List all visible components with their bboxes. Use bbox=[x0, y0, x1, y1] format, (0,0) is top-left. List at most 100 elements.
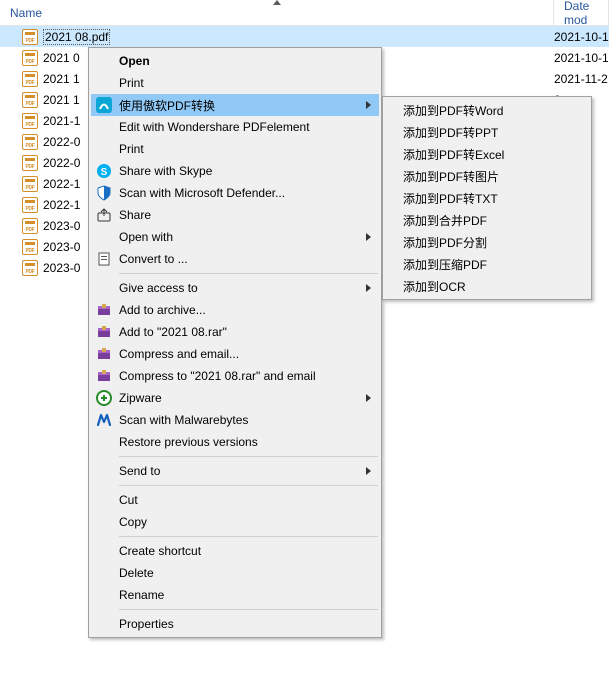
file-name-label: 2021 08.pdf bbox=[45, 30, 108, 44]
pdf-file-icon bbox=[22, 260, 38, 276]
ctx-compress-rar-email[interactable]: Compress to "2021 08.rar" and email bbox=[91, 365, 379, 387]
pdf-file-icon bbox=[22, 113, 38, 129]
blank-icon bbox=[93, 431, 115, 453]
ctx-sendto-label: Send to bbox=[115, 464, 366, 478]
menu-separator bbox=[119, 273, 378, 274]
ctx-add-archive[interactable]: Add to archive... bbox=[91, 299, 379, 321]
blank-icon bbox=[93, 613, 115, 635]
ctx-addrar-label: Add to "2021 08.rar" bbox=[115, 325, 375, 339]
column-header-name[interactable]: Name bbox=[0, 0, 554, 25]
ctx-openwith-label: Open with bbox=[115, 230, 366, 244]
ctx-compemail-label: Compress and email... bbox=[115, 347, 375, 361]
blank-icon bbox=[93, 489, 115, 511]
file-date-label: 2021-11-2 bbox=[554, 72, 609, 86]
submenu-arrow-icon bbox=[366, 101, 371, 109]
sub-pdf-excel[interactable]: 添加到PDF转Excel bbox=[385, 143, 589, 165]
pdf-file-icon bbox=[22, 239, 38, 255]
zipware-icon bbox=[93, 387, 115, 409]
ctx-create-shortcut[interactable]: Create shortcut bbox=[91, 540, 379, 562]
apowersoft-pdf-icon bbox=[93, 94, 115, 116]
defender-shield-icon bbox=[93, 182, 115, 204]
ctx-convert-to[interactable]: Convert to ... bbox=[91, 248, 379, 270]
ctx-defender[interactable]: Scan with Microsoft Defender... bbox=[91, 182, 379, 204]
sub-excel-label: 添加到PDF转Excel bbox=[399, 146, 585, 163]
sub-word-label: 添加到PDF转Word bbox=[399, 102, 585, 119]
pdf-file-icon bbox=[22, 92, 38, 108]
file-name-label: 2021 0 bbox=[43, 51, 80, 65]
sub-pdf-split[interactable]: 添加到PDF分割 bbox=[385, 231, 589, 253]
ctx-properties[interactable]: Properties bbox=[91, 613, 379, 635]
winrar-icon bbox=[93, 321, 115, 343]
file-name-label: 2021 1 bbox=[43, 93, 80, 107]
ctx-copy-label: Copy bbox=[115, 515, 375, 529]
ctx-properties-label: Properties bbox=[115, 617, 375, 631]
file-row[interactable]: 2021 08.pdf 2021-10-1 bbox=[0, 26, 609, 47]
ctx-restore-label: Restore previous versions bbox=[115, 435, 375, 449]
file-name-label: 2022-0 bbox=[43, 156, 80, 170]
pdf-file-icon bbox=[22, 29, 38, 45]
context-submenu-pdf: 添加到PDF转Word 添加到PDF转PPT 添加到PDF转Excel 添加到P… bbox=[382, 96, 592, 300]
sub-compress-label: 添加到压缩PDF bbox=[399, 256, 585, 273]
blank-icon bbox=[93, 540, 115, 562]
submenu-arrow-icon bbox=[366, 233, 371, 241]
sub-pdf-ocr[interactable]: 添加到OCR bbox=[385, 275, 589, 297]
sub-pdf-image[interactable]: 添加到PDF转图片 bbox=[385, 165, 589, 187]
file-name-label: 2022-0 bbox=[43, 135, 80, 149]
ctx-restore-versions[interactable]: Restore previous versions bbox=[91, 431, 379, 453]
ctx-cut-label: Cut bbox=[115, 493, 375, 507]
ctx-share[interactable]: Share bbox=[91, 204, 379, 226]
ctx-skype-label: Share with Skype bbox=[115, 164, 375, 178]
ctx-send-to[interactable]: Send to bbox=[91, 460, 379, 482]
pdf-file-icon bbox=[22, 134, 38, 150]
sub-pdf-txt[interactable]: 添加到PDF转TXT bbox=[385, 187, 589, 209]
column-header-date-label: Date mod bbox=[564, 0, 598, 27]
ctx-rename[interactable]: Rename bbox=[91, 584, 379, 606]
ctx-zipware[interactable]: Zipware bbox=[91, 387, 379, 409]
ctx-cut[interactable]: Cut bbox=[91, 489, 379, 511]
pdf-file-icon bbox=[22, 71, 38, 87]
ctx-give-access[interactable]: Give access to bbox=[91, 277, 379, 299]
ctx-delete[interactable]: Delete bbox=[91, 562, 379, 584]
blank-icon bbox=[93, 226, 115, 248]
ctx-rename-label: Rename bbox=[115, 588, 375, 602]
file-date-label: 2021-10-1 bbox=[554, 30, 609, 44]
sub-pdf-ppt[interactable]: 添加到PDF转PPT bbox=[385, 121, 589, 143]
share-icon bbox=[93, 204, 115, 226]
column-header-date[interactable]: Date mod bbox=[554, 0, 609, 25]
sub-pdf-compress[interactable]: 添加到压缩PDF bbox=[385, 253, 589, 275]
sub-pdf-merge[interactable]: 添加到合并PDF bbox=[385, 209, 589, 231]
pdf-file-icon bbox=[22, 176, 38, 192]
ctx-print-label: Print bbox=[115, 76, 375, 90]
sub-merge-label: 添加到合并PDF bbox=[399, 212, 585, 229]
pdf-file-icon bbox=[22, 50, 38, 66]
ctx-print[interactable]: Print bbox=[91, 72, 379, 94]
ctx-open-with[interactable]: Open with bbox=[91, 226, 379, 248]
ctx-add-rar[interactable]: Add to "2021 08.rar" bbox=[91, 321, 379, 343]
ctx-compress-email[interactable]: Compress and email... bbox=[91, 343, 379, 365]
ctx-delete-label: Delete bbox=[115, 566, 375, 580]
ctx-copy[interactable]: Copy bbox=[91, 511, 379, 533]
ctx-print-2[interactable]: Print bbox=[91, 138, 379, 160]
file-name-label: 2023-0 bbox=[43, 261, 80, 275]
blank-icon bbox=[93, 72, 115, 94]
malwarebytes-icon bbox=[93, 409, 115, 431]
sub-pdf-word[interactable]: 添加到PDF转Word bbox=[385, 99, 589, 121]
ctx-compraremail-label: Compress to "2021 08.rar" and email bbox=[115, 369, 375, 383]
sub-img-label: 添加到PDF转图片 bbox=[399, 168, 585, 185]
pdf-file-icon bbox=[22, 197, 38, 213]
sub-ocr-label: 添加到OCR bbox=[399, 278, 585, 295]
submenu-arrow-icon bbox=[366, 467, 371, 475]
ctx-open[interactable]: Open bbox=[91, 50, 379, 72]
ctx-malwarebytes[interactable]: Scan with Malwarebytes bbox=[91, 409, 379, 431]
submenu-arrow-icon bbox=[366, 394, 371, 402]
ctx-wondershare[interactable]: Edit with Wondershare PDFelement bbox=[91, 116, 379, 138]
ctx-pdf-convert[interactable]: 使用傲软PDF转换 bbox=[91, 94, 379, 116]
ctx-convertto-label: Convert to ... bbox=[115, 252, 375, 266]
file-name-label: 2021 1 bbox=[43, 72, 80, 86]
menu-separator bbox=[119, 536, 378, 537]
skype-icon: S bbox=[93, 160, 115, 182]
blank-icon bbox=[93, 50, 115, 72]
blank-icon bbox=[93, 277, 115, 299]
ctx-skype[interactable]: S Share with Skype bbox=[91, 160, 379, 182]
ctx-giveaccess-label: Give access to bbox=[115, 281, 366, 295]
